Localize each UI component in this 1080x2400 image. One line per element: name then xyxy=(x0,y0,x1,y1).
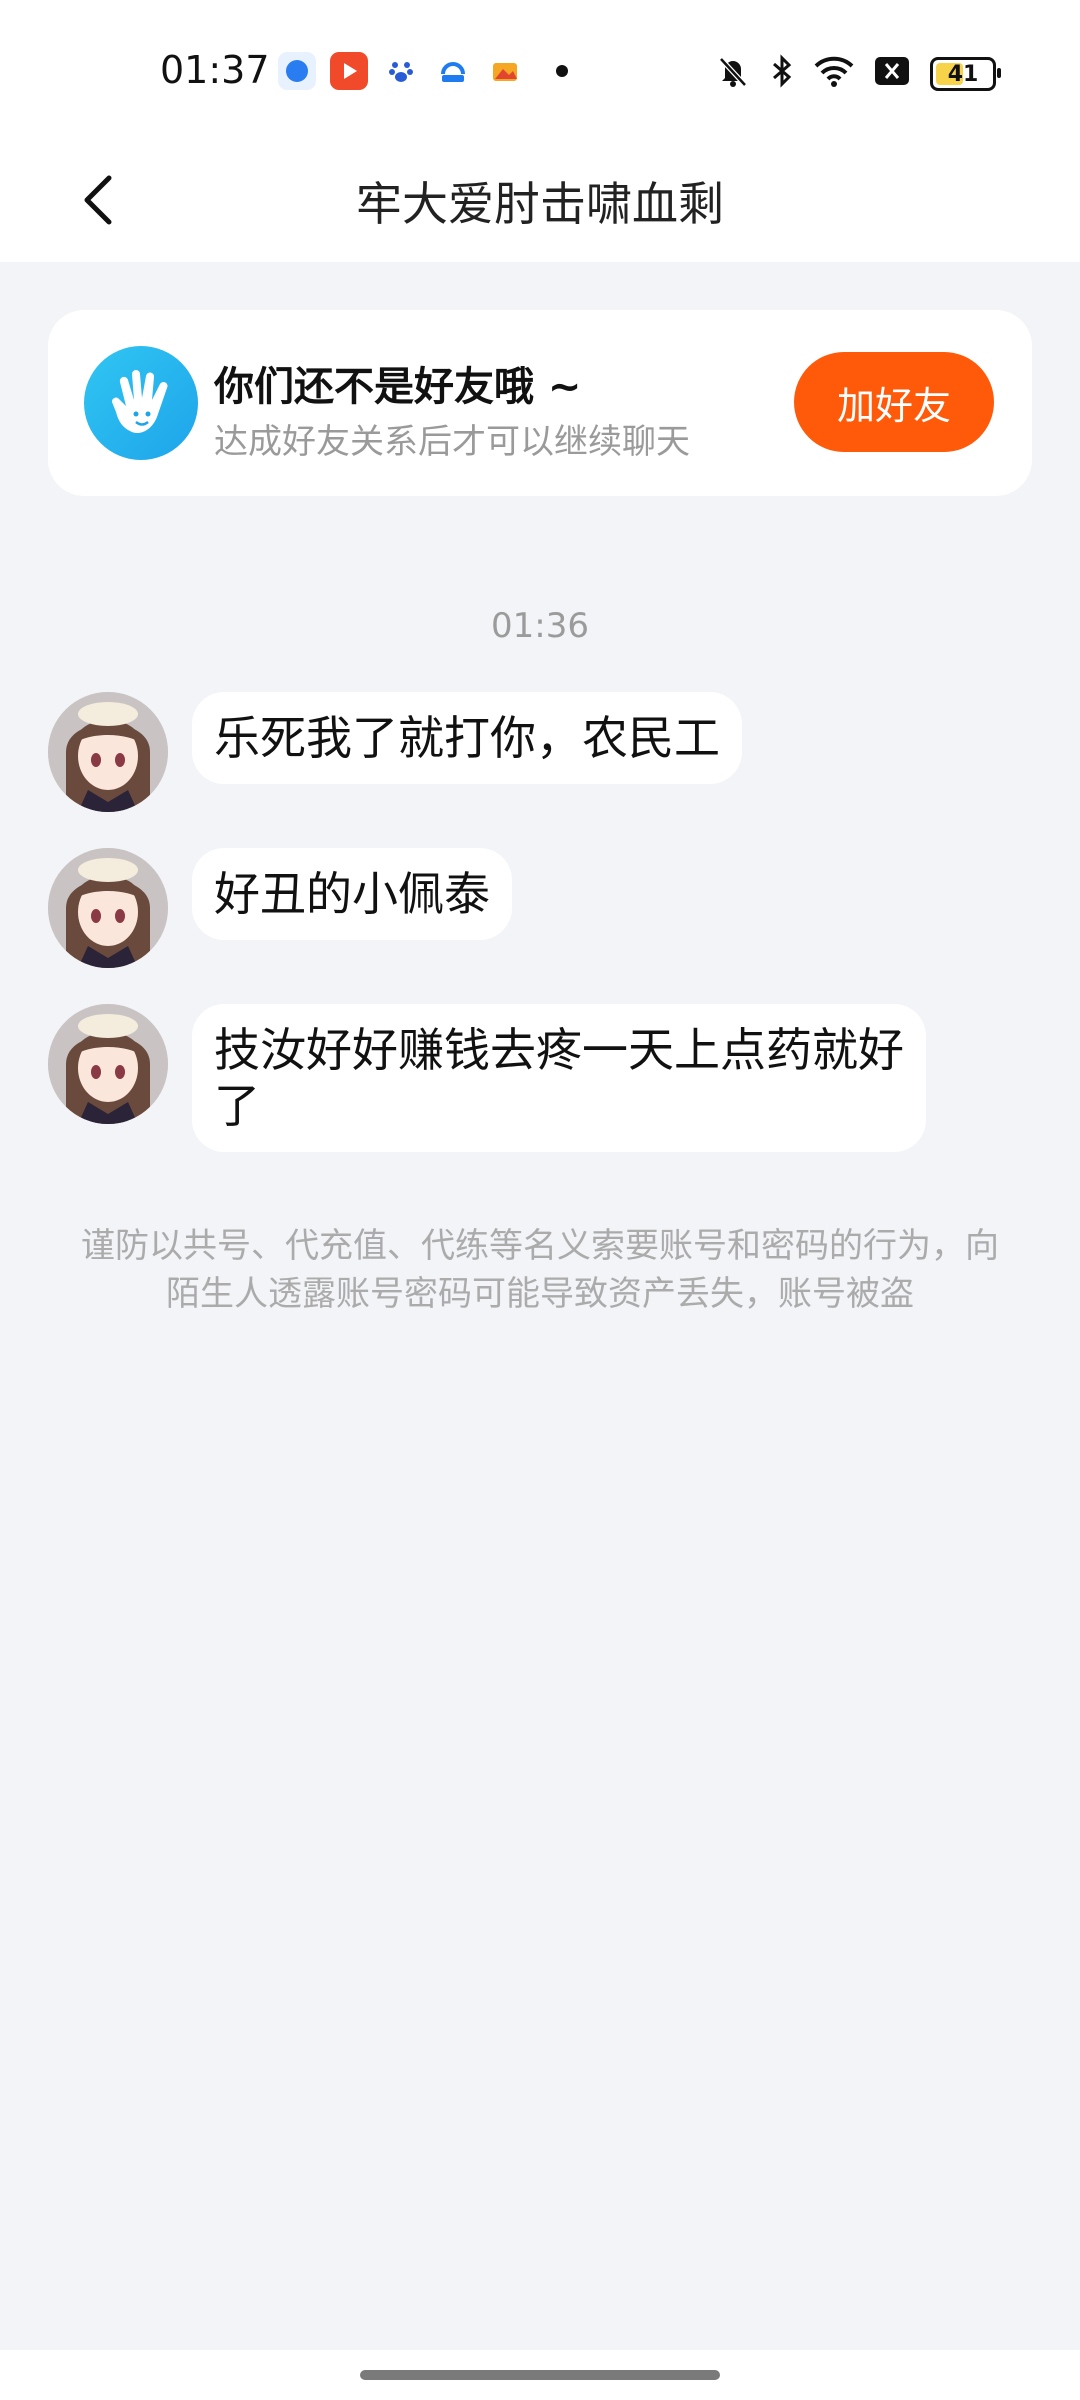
avatar[interactable] xyxy=(48,848,168,968)
message-bubble[interactable]: 技汝好好赚钱去疼一天上点药就好了 xyxy=(192,1004,926,1152)
chat-timestamp: 01:36 xyxy=(491,606,589,646)
message-bubble[interactable]: 乐死我了就打你，农民工 xyxy=(192,692,742,784)
notification-app-icon xyxy=(278,52,316,90)
message-bubble[interactable]: 好丑的小佩泰 xyxy=(192,848,512,940)
status-right-icons: 41 xyxy=(716,54,1001,94)
battery-level: 41 xyxy=(947,61,979,87)
card-title: 你们还不是好友哦 ~ xyxy=(214,364,582,410)
bell-muted-icon xyxy=(716,54,750,94)
bluetooth-icon xyxy=(770,54,794,94)
add-friend-button[interactable]: 加好友 xyxy=(794,352,994,452)
battery-icon: 41 xyxy=(930,57,1001,91)
video-app-icon xyxy=(330,52,368,90)
not-friends-card: 你们还不是好友哦 ~ 达成好友关系后才可以继续聊天 加好友 xyxy=(48,310,1032,496)
more-notifications-dot xyxy=(556,65,568,77)
status-time: 01:37 xyxy=(160,48,270,92)
home-indicator[interactable] xyxy=(360,2370,720,2380)
avatar[interactable] xyxy=(48,1004,168,1124)
security-app-icon xyxy=(434,52,472,90)
title-bar: 牢大爱肘击啸血剩 xyxy=(0,140,1080,262)
status-app-icons xyxy=(278,52,568,90)
security-warning: 谨防以共号、代充值、代练等名义索要账号和密码的行为，向陌生人透露账号密码可能导致… xyxy=(81,1226,999,1314)
photo-app-icon xyxy=(486,52,524,90)
page-title: 牢大爱肘击啸血剩 xyxy=(356,177,724,231)
close-box-icon xyxy=(874,56,910,92)
baidu-icon xyxy=(382,52,420,90)
avatar[interactable] xyxy=(48,692,168,812)
card-subtitle: 达成好友关系后才可以继续聊天 xyxy=(214,422,690,462)
waving-hand-icon xyxy=(84,346,198,460)
wifi-icon xyxy=(814,55,854,93)
status-bar: 01:37 41 xyxy=(0,0,1080,140)
